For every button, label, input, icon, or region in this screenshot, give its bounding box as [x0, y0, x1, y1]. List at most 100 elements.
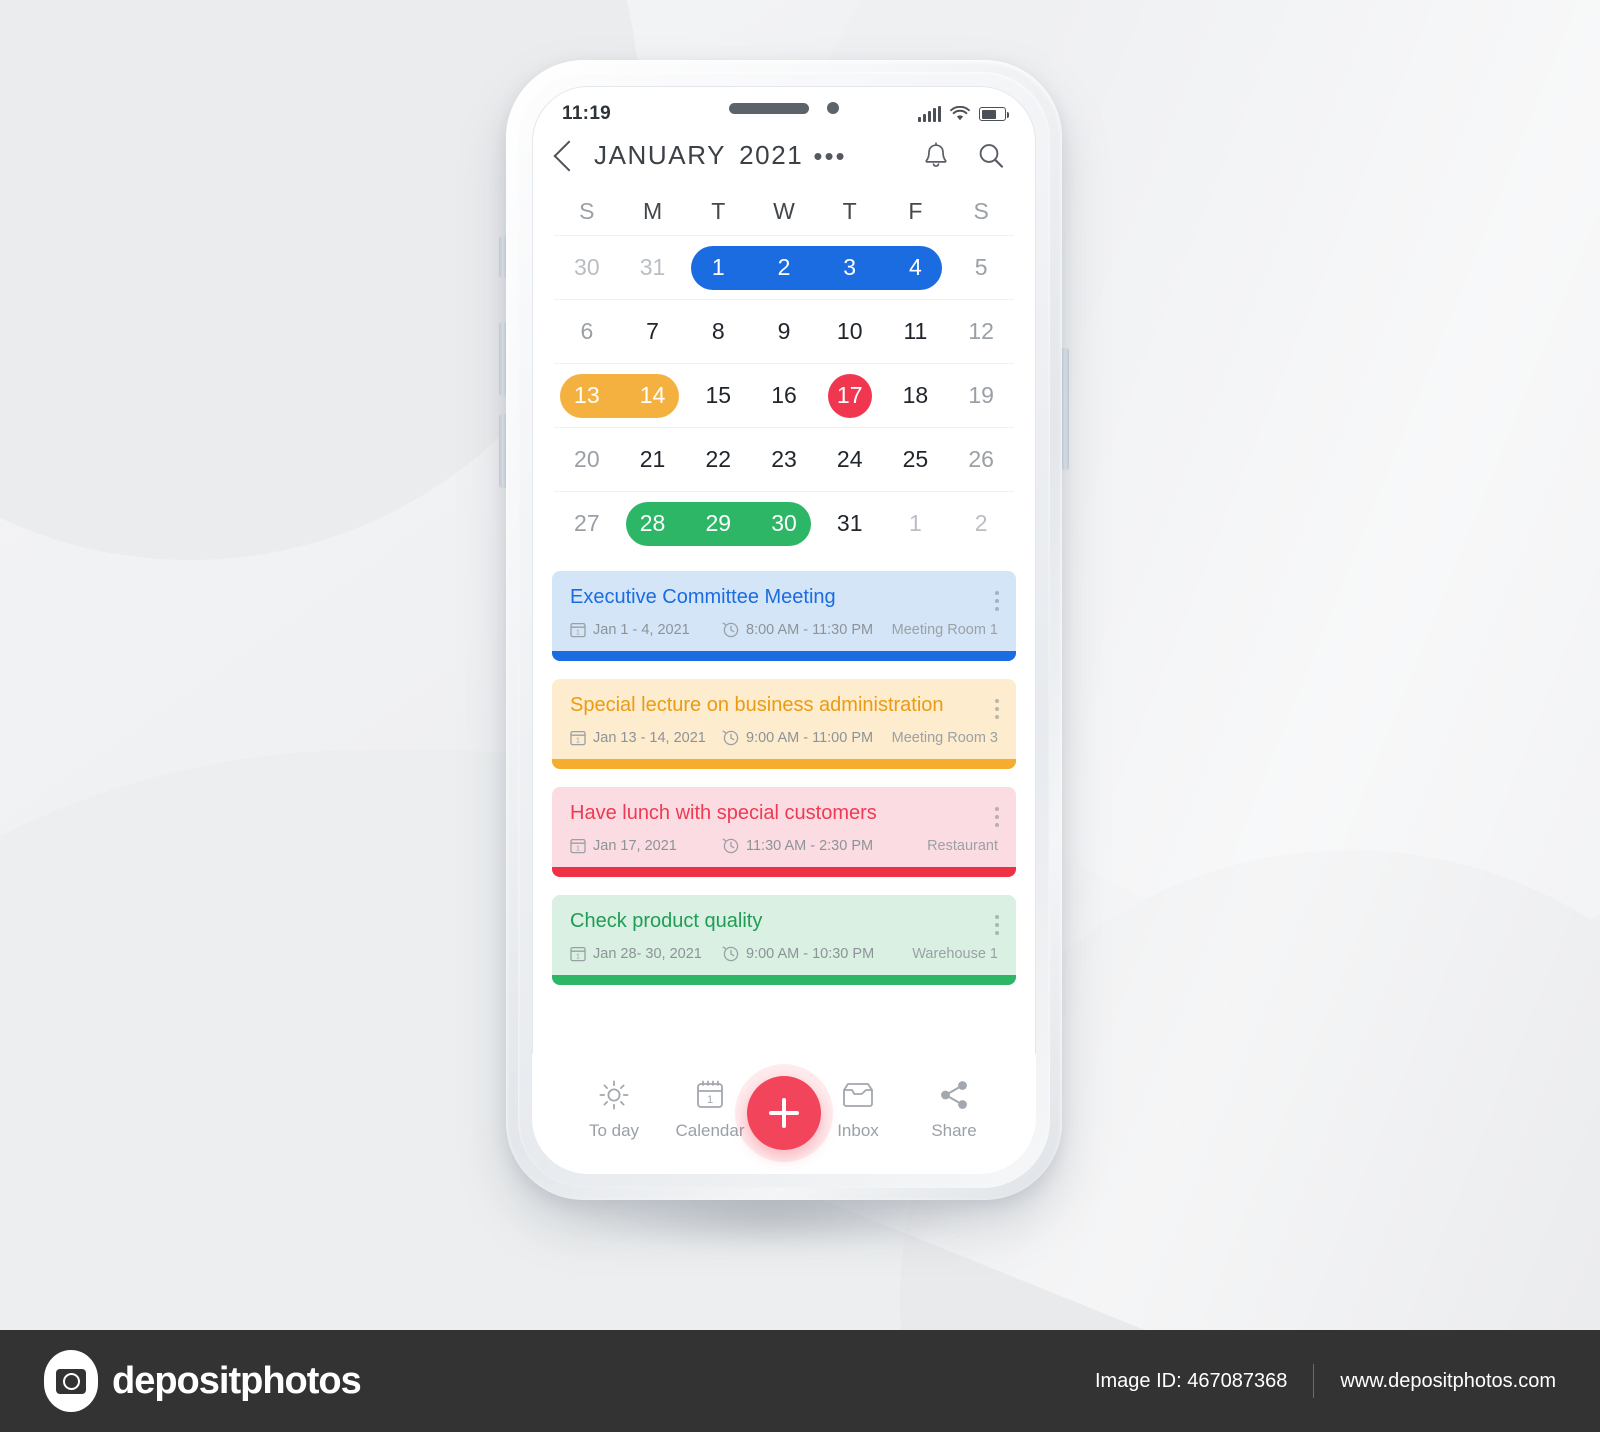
event-time: 8:00 AM - 11:30 PM: [746, 621, 874, 638]
status-bar-indicators: [918, 105, 1009, 122]
weekday-label: S: [973, 197, 989, 224]
calendar-day[interactable]: 7: [620, 318, 686, 345]
calendar-day[interactable]: 9: [751, 318, 817, 345]
event-date-group: 1 Jan 13 - 14, 2021: [570, 729, 722, 746]
event-date: Jan 1 - 4, 2021: [593, 621, 690, 638]
bell-icon[interactable]: [922, 141, 950, 171]
sun-icon: [599, 1080, 629, 1110]
event-card[interactable]: Special lecture on business administrati…: [552, 679, 1016, 769]
power-button[interactable]: [1061, 348, 1069, 470]
event-card[interactable]: Check product quality 1 Jan 28- 30, 2021: [552, 895, 1016, 985]
earpiece-speaker: [729, 102, 809, 114]
calendar-day[interactable]: 3: [817, 254, 883, 281]
calendar-week-row: 6 7 8 9 10 11 12: [554, 299, 1014, 363]
event-time: 9:00 AM - 10:30 PM: [746, 945, 875, 962]
event-card[interactable]: Executive Committee Meeting 1 Jan 1 - 4,…: [552, 571, 1016, 661]
calendar-day[interactable]: 2: [948, 510, 1014, 537]
add-event-button[interactable]: [747, 1076, 821, 1150]
calendar-day[interactable]: 22: [685, 446, 751, 473]
calendar-day[interactable]: 1: [883, 510, 949, 537]
back-chevron-icon[interactable]: [553, 139, 585, 172]
calendar-day[interactable]: 18: [883, 382, 949, 409]
calendar-day[interactable]: 1: [685, 254, 751, 281]
more-options-button[interactable]: •••: [813, 143, 846, 169]
calendar-day[interactable]: 11: [883, 318, 949, 345]
search-icon[interactable]: [976, 141, 1006, 171]
event-options-button[interactable]: [995, 807, 999, 827]
page-title-month: JANUARY: [594, 140, 727, 170]
calendar-day[interactable]: 19: [948, 382, 1014, 409]
weekday-label: M: [642, 197, 663, 224]
event-meta: 1 Jan 1 - 4, 2021 8:00 AM - 11:30 PM Mee…: [570, 621, 998, 638]
tab-calendar[interactable]: 1 Calendar: [662, 1078, 758, 1141]
calendar-small-icon: 1: [570, 622, 586, 638]
event-time: 11:30 AM - 2:30 PM: [746, 837, 874, 854]
event-options-button[interactable]: [995, 591, 999, 611]
calendar-week-row: 20 21 22 23 24 25 26: [554, 427, 1014, 491]
calendar-day[interactable]: 31: [817, 510, 883, 537]
calendar-day[interactable]: 2: [751, 254, 817, 281]
calendar-day[interactable]: 27: [554, 510, 620, 537]
event-options-button[interactable]: [995, 699, 999, 719]
calendar-day[interactable]: 26: [948, 446, 1014, 473]
calendar-day[interactable]: 4: [883, 254, 949, 281]
svg-text:1: 1: [576, 845, 580, 852]
tab-label: Calendar: [675, 1121, 745, 1140]
weekday-label: T: [711, 197, 726, 224]
event-accent-bar: [552, 975, 1016, 985]
share-icon: [941, 1081, 967, 1109]
calendar-day[interactable]: 15: [685, 382, 751, 409]
add-event-fab-wrapper: [747, 1076, 821, 1150]
calendar-day[interactable]: 16: [751, 382, 817, 409]
bottom-navigation-bar: To day 1 Calendar Inbox Share: [532, 1054, 1036, 1174]
calendar-grid: S M T W T F S 30 31 1 2 3 4 5 6 7 8 9 10…: [532, 187, 1036, 555]
calendar-day[interactable]: 8: [685, 318, 751, 345]
footer-divider: [1313, 1364, 1315, 1398]
event-card[interactable]: Have lunch with special customers 1 Jan …: [552, 787, 1016, 877]
event-card-body: Have lunch with special customers 1 Jan …: [552, 787, 1016, 867]
calendar-day[interactable]: 10: [817, 318, 883, 345]
calendar-day[interactable]: 24: [817, 446, 883, 473]
calendar-day[interactable]: 12: [948, 318, 1014, 345]
page-title-year: 2021: [739, 140, 804, 170]
event-options-button[interactable]: [995, 915, 999, 935]
calendar-day[interactable]: 23: [751, 446, 817, 473]
event-time-group: 9:00 AM - 11:00 PM: [722, 729, 892, 746]
calendar-day[interactable]: 25: [883, 446, 949, 473]
tab-share[interactable]: Share: [906, 1078, 1002, 1141]
event-meta: 1 Jan 17, 2021 11:30 AM - 2:30 PM Restau…: [570, 837, 998, 854]
calendar-day[interactable]: 20: [554, 446, 620, 473]
event-time-group: 8:00 AM - 11:30 PM: [722, 621, 892, 638]
wifi-icon: [950, 106, 970, 121]
calendar-day[interactable]: 28: [620, 510, 686, 537]
depositphotos-logo: depositphotos: [44, 1350, 362, 1412]
event-date-group: 1 Jan 17, 2021: [570, 837, 722, 854]
app-header-actions: [922, 141, 1006, 171]
svg-text:1: 1: [576, 629, 580, 636]
event-card-body: Check product quality 1 Jan 28- 30, 2021: [552, 895, 1016, 975]
calendar-day[interactable]: 30: [751, 510, 817, 537]
event-list: Executive Committee Meeting 1 Jan 1 - 4,…: [532, 555, 1036, 985]
calendar-week-row: 13 14 15 16 17 18 19: [554, 363, 1014, 427]
calendar-day[interactable]: 30: [554, 254, 620, 281]
event-location: Meeting Room 3: [891, 729, 998, 746]
event-accent-bar: [552, 759, 1016, 769]
tab-label: Inbox: [837, 1121, 879, 1140]
calendar-day[interactable]: 13: [554, 382, 620, 409]
tab-today[interactable]: To day: [566, 1078, 662, 1141]
calendar-day[interactable]: 14: [620, 382, 686, 409]
calendar-day[interactable]: 31: [620, 254, 686, 281]
calendar-day[interactable]: 29: [685, 510, 751, 537]
calendar-day[interactable]: 21: [620, 446, 686, 473]
event-location: Meeting Room 1: [891, 621, 998, 638]
event-date-group: 1 Jan 28- 30, 2021: [570, 945, 722, 962]
calendar-day[interactable]: 6: [554, 318, 620, 345]
phone-bezel: 11:19 JANUARY 2021 ••• S M T W T F S 30 …: [518, 72, 1050, 1188]
calendar-day[interactable]: 5: [948, 254, 1014, 281]
footer-meta: Image ID: 467087368 www.depositphotos.co…: [1095, 1364, 1556, 1398]
svg-text:1: 1: [576, 953, 580, 960]
tab-inbox[interactable]: Inbox: [810, 1078, 906, 1141]
calendar-weekday-header: S M T W T F S: [554, 187, 1014, 235]
calendar-week-row: 27 28 29 30 31 1 2: [554, 491, 1014, 555]
calendar-day[interactable]: 17: [817, 382, 883, 409]
